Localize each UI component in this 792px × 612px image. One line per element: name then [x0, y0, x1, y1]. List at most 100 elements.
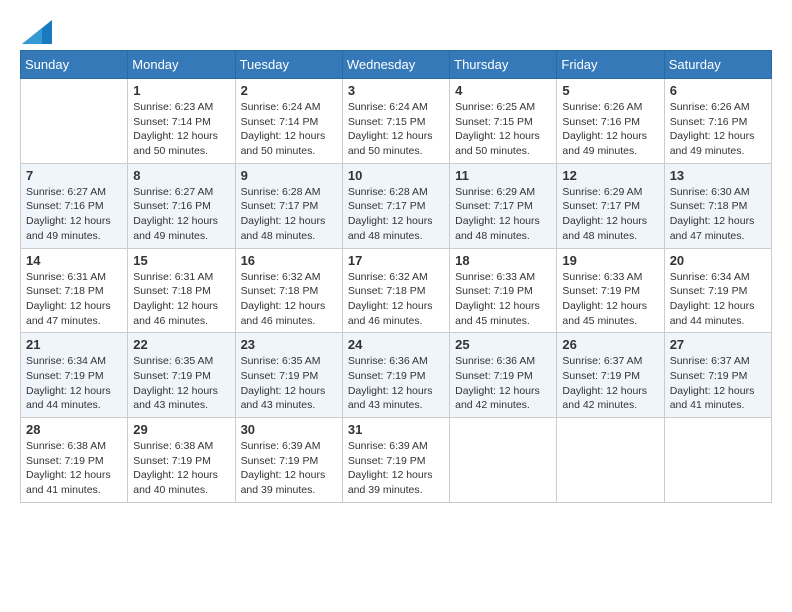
- header: [20, 20, 772, 40]
- calendar-cell: 1 Sunrise: 6:23 AM Sunset: 7:14 PM Dayli…: [128, 79, 235, 164]
- day-number: 3: [348, 83, 444, 98]
- calendar-table: SundayMondayTuesdayWednesdayThursdayFrid…: [20, 50, 772, 503]
- calendar-cell: 27 Sunrise: 6:37 AM Sunset: 7:19 PM Dayl…: [664, 333, 771, 418]
- day-info: Sunrise: 6:32 AM Sunset: 7:18 PM Dayligh…: [348, 271, 433, 327]
- calendar-cell: 11 Sunrise: 6:29 AM Sunset: 7:17 PM Dayl…: [450, 163, 557, 248]
- day-info: Sunrise: 6:33 AM Sunset: 7:19 PM Dayligh…: [562, 271, 647, 327]
- day-number: 30: [241, 422, 337, 437]
- calendar-cell: 17 Sunrise: 6:32 AM Sunset: 7:18 PM Dayl…: [342, 248, 449, 333]
- day-number: 29: [133, 422, 229, 437]
- day-number: 7: [26, 168, 122, 183]
- day-number: 26: [562, 337, 658, 352]
- day-info: Sunrise: 6:30 AM Sunset: 7:18 PM Dayligh…: [670, 186, 755, 242]
- calendar-cell: 21 Sunrise: 6:34 AM Sunset: 7:19 PM Dayl…: [21, 333, 128, 418]
- day-number: 6: [670, 83, 766, 98]
- calendar-cell: 14 Sunrise: 6:31 AM Sunset: 7:18 PM Dayl…: [21, 248, 128, 333]
- day-number: 4: [455, 83, 551, 98]
- day-info: Sunrise: 6:26 AM Sunset: 7:16 PM Dayligh…: [670, 101, 755, 157]
- calendar-cell: 12 Sunrise: 6:29 AM Sunset: 7:17 PM Dayl…: [557, 163, 664, 248]
- day-info: Sunrise: 6:35 AM Sunset: 7:19 PM Dayligh…: [241, 355, 326, 411]
- day-number: 31: [348, 422, 444, 437]
- day-number: 23: [241, 337, 337, 352]
- day-number: 15: [133, 253, 229, 268]
- day-number: 24: [348, 337, 444, 352]
- calendar-week-row: 7 Sunrise: 6:27 AM Sunset: 7:16 PM Dayli…: [21, 163, 772, 248]
- calendar-cell: 15 Sunrise: 6:31 AM Sunset: 7:18 PM Dayl…: [128, 248, 235, 333]
- day-info: Sunrise: 6:29 AM Sunset: 7:17 PM Dayligh…: [562, 186, 647, 242]
- day-info: Sunrise: 6:33 AM Sunset: 7:19 PM Dayligh…: [455, 271, 540, 327]
- calendar-cell: 13 Sunrise: 6:30 AM Sunset: 7:18 PM Dayl…: [664, 163, 771, 248]
- day-info: Sunrise: 6:38 AM Sunset: 7:19 PM Dayligh…: [133, 440, 218, 496]
- header-day-friday: Friday: [557, 51, 664, 79]
- calendar-week-row: 1 Sunrise: 6:23 AM Sunset: 7:14 PM Dayli…: [21, 79, 772, 164]
- calendar-cell: 3 Sunrise: 6:24 AM Sunset: 7:15 PM Dayli…: [342, 79, 449, 164]
- day-info: Sunrise: 6:28 AM Sunset: 7:17 PM Dayligh…: [241, 186, 326, 242]
- calendar-cell: 8 Sunrise: 6:27 AM Sunset: 7:16 PM Dayli…: [128, 163, 235, 248]
- calendar-cell: [664, 418, 771, 503]
- calendar-cell: 4 Sunrise: 6:25 AM Sunset: 7:15 PM Dayli…: [450, 79, 557, 164]
- header-day-saturday: Saturday: [664, 51, 771, 79]
- day-info: Sunrise: 6:38 AM Sunset: 7:19 PM Dayligh…: [26, 440, 111, 496]
- calendar-cell: 18 Sunrise: 6:33 AM Sunset: 7:19 PM Dayl…: [450, 248, 557, 333]
- day-info: Sunrise: 6:26 AM Sunset: 7:16 PM Dayligh…: [562, 101, 647, 157]
- calendar-cell: [21, 79, 128, 164]
- day-info: Sunrise: 6:37 AM Sunset: 7:19 PM Dayligh…: [670, 355, 755, 411]
- logo-icon: [22, 20, 52, 44]
- calendar-cell: [557, 418, 664, 503]
- day-number: 9: [241, 168, 337, 183]
- day-number: 20: [670, 253, 766, 268]
- calendar-cell: 20 Sunrise: 6:34 AM Sunset: 7:19 PM Dayl…: [664, 248, 771, 333]
- day-number: 18: [455, 253, 551, 268]
- calendar-cell: 9 Sunrise: 6:28 AM Sunset: 7:17 PM Dayli…: [235, 163, 342, 248]
- day-info: Sunrise: 6:35 AM Sunset: 7:19 PM Dayligh…: [133, 355, 218, 411]
- day-info: Sunrise: 6:32 AM Sunset: 7:18 PM Dayligh…: [241, 271, 326, 327]
- calendar-header-row: SundayMondayTuesdayWednesdayThursdayFrid…: [21, 51, 772, 79]
- calendar-cell: 30 Sunrise: 6:39 AM Sunset: 7:19 PM Dayl…: [235, 418, 342, 503]
- calendar-cell: 6 Sunrise: 6:26 AM Sunset: 7:16 PM Dayli…: [664, 79, 771, 164]
- header-day-tuesday: Tuesday: [235, 51, 342, 79]
- header-day-thursday: Thursday: [450, 51, 557, 79]
- day-info: Sunrise: 6:29 AM Sunset: 7:17 PM Dayligh…: [455, 186, 540, 242]
- day-info: Sunrise: 6:28 AM Sunset: 7:17 PM Dayligh…: [348, 186, 433, 242]
- day-info: Sunrise: 6:24 AM Sunset: 7:14 PM Dayligh…: [241, 101, 326, 157]
- day-number: 16: [241, 253, 337, 268]
- day-info: Sunrise: 6:23 AM Sunset: 7:14 PM Dayligh…: [133, 101, 218, 157]
- day-info: Sunrise: 6:36 AM Sunset: 7:19 PM Dayligh…: [455, 355, 540, 411]
- calendar-cell: 23 Sunrise: 6:35 AM Sunset: 7:19 PM Dayl…: [235, 333, 342, 418]
- day-info: Sunrise: 6:34 AM Sunset: 7:19 PM Dayligh…: [670, 271, 755, 327]
- day-number: 2: [241, 83, 337, 98]
- calendar-week-row: 21 Sunrise: 6:34 AM Sunset: 7:19 PM Dayl…: [21, 333, 772, 418]
- day-number: 8: [133, 168, 229, 183]
- day-number: 1: [133, 83, 229, 98]
- day-number: 12: [562, 168, 658, 183]
- calendar-cell: 25 Sunrise: 6:36 AM Sunset: 7:19 PM Dayl…: [450, 333, 557, 418]
- calendar-cell: 22 Sunrise: 6:35 AM Sunset: 7:19 PM Dayl…: [128, 333, 235, 418]
- calendar-week-row: 14 Sunrise: 6:31 AM Sunset: 7:18 PM Dayl…: [21, 248, 772, 333]
- day-number: 10: [348, 168, 444, 183]
- day-number: 17: [348, 253, 444, 268]
- calendar-cell: 29 Sunrise: 6:38 AM Sunset: 7:19 PM Dayl…: [128, 418, 235, 503]
- day-info: Sunrise: 6:25 AM Sunset: 7:15 PM Dayligh…: [455, 101, 540, 157]
- day-info: Sunrise: 6:27 AM Sunset: 7:16 PM Dayligh…: [26, 186, 111, 242]
- day-info: Sunrise: 6:27 AM Sunset: 7:16 PM Dayligh…: [133, 186, 218, 242]
- day-number: 25: [455, 337, 551, 352]
- day-info: Sunrise: 6:31 AM Sunset: 7:18 PM Dayligh…: [26, 271, 111, 327]
- day-number: 11: [455, 168, 551, 183]
- day-number: 28: [26, 422, 122, 437]
- calendar-cell: 10 Sunrise: 6:28 AM Sunset: 7:17 PM Dayl…: [342, 163, 449, 248]
- calendar-cell: 16 Sunrise: 6:32 AM Sunset: 7:18 PM Dayl…: [235, 248, 342, 333]
- day-number: 13: [670, 168, 766, 183]
- day-info: Sunrise: 6:36 AM Sunset: 7:19 PM Dayligh…: [348, 355, 433, 411]
- day-number: 22: [133, 337, 229, 352]
- calendar-cell: 2 Sunrise: 6:24 AM Sunset: 7:14 PM Dayli…: [235, 79, 342, 164]
- day-number: 19: [562, 253, 658, 268]
- logo: [20, 20, 52, 40]
- day-number: 21: [26, 337, 122, 352]
- day-info: Sunrise: 6:39 AM Sunset: 7:19 PM Dayligh…: [241, 440, 326, 496]
- day-info: Sunrise: 6:34 AM Sunset: 7:19 PM Dayligh…: [26, 355, 111, 411]
- day-info: Sunrise: 6:24 AM Sunset: 7:15 PM Dayligh…: [348, 101, 433, 157]
- calendar-cell: 24 Sunrise: 6:36 AM Sunset: 7:19 PM Dayl…: [342, 333, 449, 418]
- calendar-cell: 19 Sunrise: 6:33 AM Sunset: 7:19 PM Dayl…: [557, 248, 664, 333]
- day-info: Sunrise: 6:39 AM Sunset: 7:19 PM Dayligh…: [348, 440, 433, 496]
- day-number: 14: [26, 253, 122, 268]
